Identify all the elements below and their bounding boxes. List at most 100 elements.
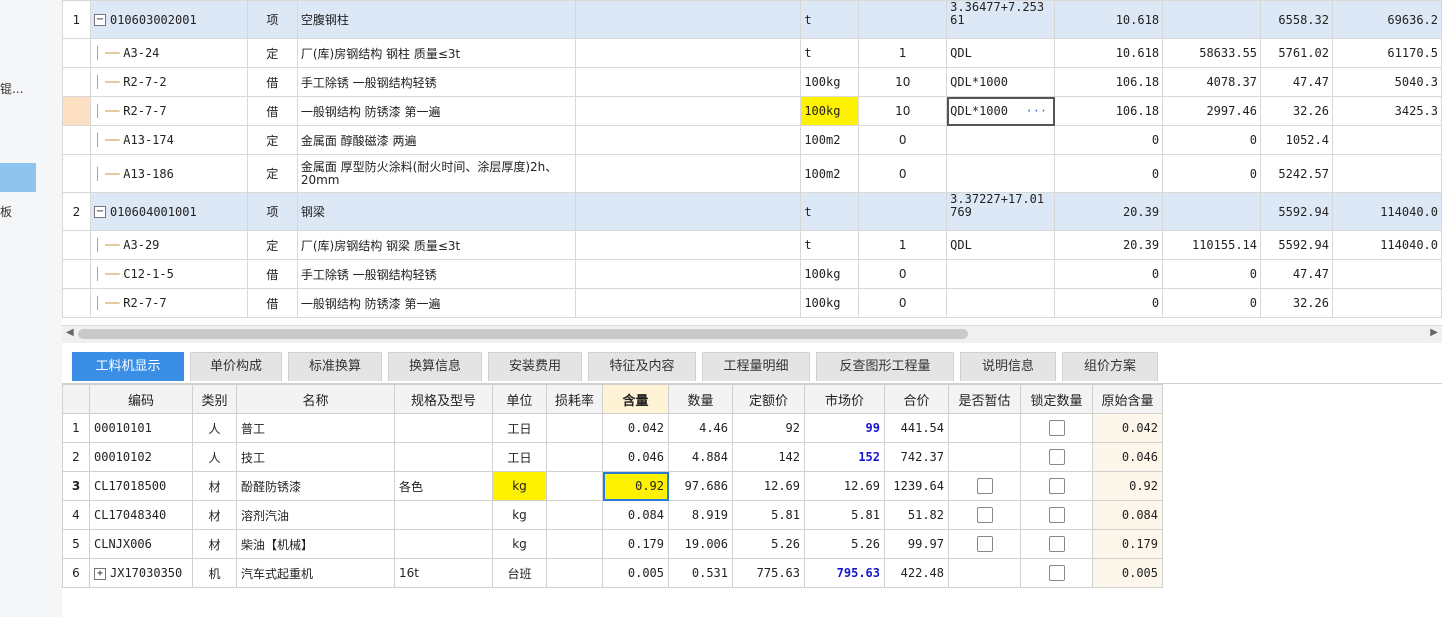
provisional-cell[interactable] xyxy=(948,471,1021,501)
header-code[interactable]: 编码 xyxy=(89,384,193,414)
total-cell[interactable]: 114040.0 xyxy=(1331,192,1442,231)
provisional-cell[interactable] xyxy=(948,529,1021,559)
total-cell[interactable]: 3425.3 xyxy=(1331,96,1442,126)
code-cell[interactable]: 00010101 xyxy=(89,413,193,443)
lock-quantity-cell[interactable] xyxy=(1020,471,1093,501)
kind-cell[interactable]: 定 xyxy=(246,38,298,68)
total-cell[interactable] xyxy=(1331,125,1442,155)
lock-quantity-cell[interactable] xyxy=(1020,529,1093,559)
header-content[interactable]: 含量 xyxy=(602,384,669,414)
expression-cell[interactable]: 3.37227+17.01 769 xyxy=(946,192,1056,231)
code-cell[interactable]: │ ── R2-7-7 xyxy=(89,288,248,318)
provisional-checkbox[interactable] xyxy=(976,536,993,552)
table-row[interactable]: 5 CLNJX006 材柴油【机械】 kg 0.179 19.006 5.26 5.26 99.… xyxy=(62,529,1163,559)
lock-quantity-checkbox[interactable] xyxy=(1048,420,1065,436)
table-row[interactable]: 1 00010101 人普工 工日 0.042 4.46 92 99 441.54 0.042 xyxy=(62,413,1163,443)
unit-cell[interactable]: 工日 xyxy=(492,442,547,472)
spec-cell[interactable] xyxy=(394,442,493,472)
kind-cell[interactable]: 定 xyxy=(246,154,298,193)
tab-labor-material-machine[interactable]: 工料机显示 xyxy=(72,352,184,381)
horizontal-scrollbar[interactable]: ◀ ▶ xyxy=(62,325,1442,343)
total-cell[interactable]: 441.54 xyxy=(884,413,949,443)
price-cell[interactable] xyxy=(1162,0,1262,39)
table-row[interactable]: 3 CL17018500 材酚醛防锈漆 各色 kg 0.92 97.686 12.69 12.6… xyxy=(62,471,1163,501)
spec-cell[interactable] xyxy=(574,0,802,39)
name-cell[interactable]: 一般钢结构 防锈漆 第一遍 xyxy=(296,96,576,126)
name-cell[interactable]: 普工 xyxy=(236,413,395,443)
base-price-cell[interactable]: 775.63 xyxy=(732,558,805,588)
table-row[interactable]: │ ── R2-7-2 借手工除锈 一般钢结构轻锈 100kg 10 QDL*1000 1… xyxy=(62,67,1442,97)
provisional-checkbox[interactable] xyxy=(976,507,993,523)
header-category[interactable]: 类别 xyxy=(192,384,237,414)
kind-cell[interactable]: 定 xyxy=(246,230,298,260)
code-cell[interactable]: CL17018500 xyxy=(89,471,193,501)
price-cell[interactable]: 110155.14 xyxy=(1162,230,1262,260)
unit-cell[interactable]: 100kg xyxy=(800,67,860,97)
price-cell[interactable]: 0 xyxy=(1162,154,1262,193)
quantity-cell[interactable]: 0 xyxy=(1054,288,1164,318)
code-cell[interactable]: + JX17030350 xyxy=(89,558,193,588)
quantity-cell[interactable]: 10.618 xyxy=(1054,38,1164,68)
expression-cell[interactable]: 3.36477+7.253 61 xyxy=(946,0,1056,39)
category-cell[interactable]: 人 xyxy=(192,442,237,472)
spec-cell[interactable] xyxy=(394,500,493,530)
header-provisional[interactable]: 是否暂估 xyxy=(948,384,1021,414)
unit-price-cell[interactable]: 5242.57 xyxy=(1260,154,1333,193)
code-cell[interactable]: CL17048340 xyxy=(89,500,193,530)
tab-pricing-plan[interactable]: 组价方案 xyxy=(1062,352,1158,381)
table-row[interactable]: │ ── A3-29 定厂(库)房钢结构 钢梁 质量≤3t t 1 QDL 20.39 11… xyxy=(62,230,1442,260)
name-cell[interactable]: 金属面 醇酸磁漆 两遍 xyxy=(296,125,576,155)
expression-cell[interactable]: QDL xyxy=(946,230,1056,260)
name-cell[interactable]: 手工除锈 一般钢结构轻锈 xyxy=(296,67,576,97)
header-original-content[interactable]: 原始含量 xyxy=(1092,384,1163,414)
quantity-cell[interactable]: 0 xyxy=(1054,259,1164,289)
category-cell[interactable]: 人 xyxy=(192,413,237,443)
table-row[interactable]: │ ── A3-24 定厂(库)房钢结构 钢柱 质量≤3t t 1 QDL 10.618 5… xyxy=(62,38,1442,68)
unit-cell[interactable]: 100kg xyxy=(800,288,860,318)
spec-cell[interactable]: 16t xyxy=(394,558,493,588)
factor-cell[interactable]: 0 xyxy=(858,259,948,289)
expression-cell[interactable] xyxy=(946,125,1056,155)
name-cell[interactable]: 酚醛防锈漆 xyxy=(236,471,395,501)
factor-cell[interactable]: 10 xyxy=(858,67,948,97)
unit-cell[interactable]: kg xyxy=(492,471,547,501)
base-price-cell[interactable]: 5.26 xyxy=(732,529,805,559)
tab-installation-fee[interactable]: 安装费用 xyxy=(488,352,582,381)
provisional-cell[interactable] xyxy=(948,558,1021,588)
lock-quantity-checkbox[interactable] xyxy=(1048,478,1065,494)
lock-quantity-cell[interactable] xyxy=(1020,442,1093,472)
unit-price-cell[interactable]: 6558.32 xyxy=(1260,0,1333,39)
total-cell[interactable]: 5040.3 xyxy=(1331,67,1442,97)
factor-cell[interactable]: 0 xyxy=(858,154,948,193)
left-nav-item-board[interactable]: 板 xyxy=(0,203,12,220)
code-cell[interactable]: │ ── A13-186 xyxy=(89,154,248,193)
unit-price-cell[interactable]: 32.26 xyxy=(1260,96,1333,126)
collapse-minus-icon[interactable]: − xyxy=(93,206,106,218)
collapse-minus-icon[interactable]: − xyxy=(93,14,106,26)
total-cell[interactable]: 742.37 xyxy=(884,442,949,472)
base-price-cell[interactable]: 142 xyxy=(732,442,805,472)
lock-quantity-checkbox[interactable] xyxy=(1048,449,1065,465)
expression-cell[interactable] xyxy=(946,259,1056,289)
unit-cell[interactable]: kg xyxy=(492,529,547,559)
content-cell[interactable]: 0.042 xyxy=(602,413,669,443)
price-cell[interactable]: 4078.37 xyxy=(1162,67,1262,97)
market-price-cell[interactable]: 99 xyxy=(804,413,885,443)
base-price-cell[interactable]: 92 xyxy=(732,413,805,443)
loss-rate-cell[interactable] xyxy=(546,529,603,559)
code-cell[interactable]: │ ── A3-29 xyxy=(89,230,248,260)
quantity-cell[interactable]: 10.618 xyxy=(1054,0,1164,39)
quantity-cell[interactable]: 4.46 xyxy=(668,413,733,443)
kind-cell[interactable]: 定 xyxy=(246,125,298,155)
unit-cell[interactable]: 工日 xyxy=(492,413,547,443)
name-cell[interactable]: 金属面 厚型防火涂料(耐火时间、涂层厚度)2h、20mm xyxy=(296,154,576,193)
unit-price-cell[interactable]: 47.47 xyxy=(1260,67,1333,97)
market-price-cell[interactable]: 795.63 xyxy=(804,558,885,588)
kind-cell[interactable]: 借 xyxy=(246,259,298,289)
quantity-cell[interactable]: 4.884 xyxy=(668,442,733,472)
quantity-cell[interactable]: 106.18 xyxy=(1054,67,1164,97)
quantity-cell[interactable]: 0 xyxy=(1054,154,1164,193)
name-cell[interactable]: 厂(库)房钢结构 钢柱 质量≤3t xyxy=(296,38,576,68)
total-cell[interactable]: 114040.0 xyxy=(1331,230,1442,260)
category-cell[interactable]: 机 xyxy=(192,558,237,588)
